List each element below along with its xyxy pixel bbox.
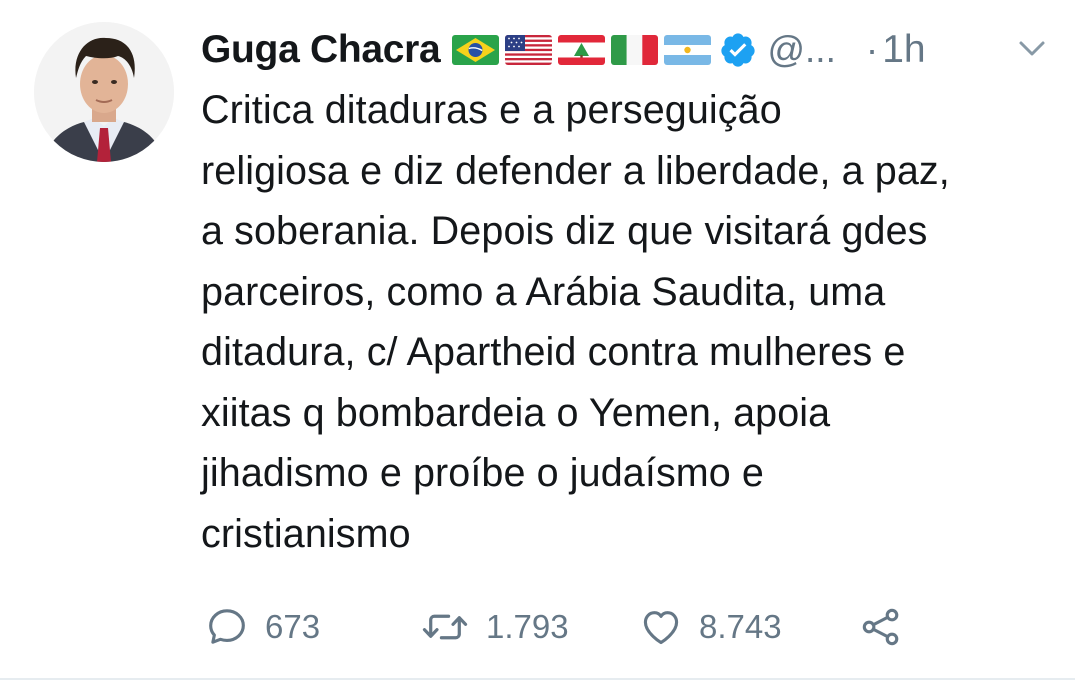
avatar-image (34, 22, 174, 162)
reply-button[interactable]: 673 (205, 600, 320, 654)
share-button[interactable] (859, 600, 903, 654)
avatar[interactable] (34, 22, 174, 162)
chevron-down-icon[interactable] (1013, 36, 1051, 62)
tweet-text: Critica ditaduras e a perseguição religi… (201, 88, 950, 556)
usa-flag-icon (505, 35, 553, 65)
tweet-actions: 673 1.793 8.743 (205, 600, 1065, 654)
retweet-button[interactable]: 1.793 (420, 600, 569, 654)
share-icon (862, 608, 899, 646)
separator-dot: · (865, 29, 879, 70)
flag-emojis (452, 35, 712, 65)
lebanon-flag-icon (558, 35, 606, 65)
argentina-flag-icon (664, 35, 712, 65)
reply-icon (209, 609, 245, 644)
user-handle[interactable]: @... (767, 29, 835, 71)
tweet-header: Guga Chacra @... · 1h (201, 22, 1061, 78)
verified-badge-icon (721, 33, 756, 67)
timestamp[interactable]: 1h (882, 28, 925, 72)
display-name[interactable]: Guga Chacra (201, 28, 441, 72)
italy-flag-icon (611, 35, 659, 65)
brazil-flag-icon (452, 35, 500, 65)
tweet-card[interactable]: Guga Chacra @... · 1h Critica ditaduras … (0, 0, 1075, 680)
retweet-count: 1.793 (486, 608, 569, 645)
retweet-icon (422, 614, 468, 640)
like-count: 8.743 (699, 608, 782, 645)
heart-icon (643, 611, 679, 645)
like-button[interactable]: 8.743 (639, 600, 782, 654)
reply-count: 673 (265, 608, 321, 645)
